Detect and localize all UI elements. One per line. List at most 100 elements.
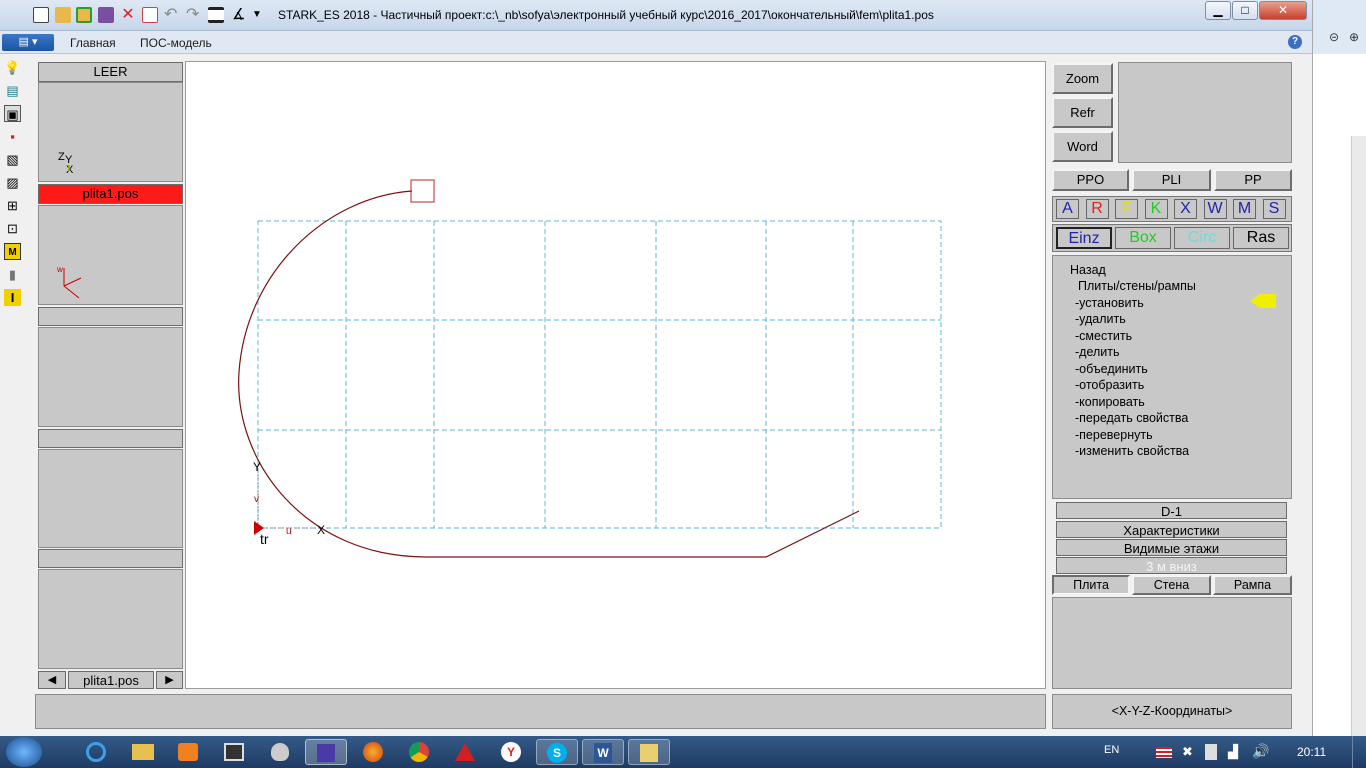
shape-mode-einz[interactable]: Einz xyxy=(1056,227,1112,249)
save-icon[interactable] xyxy=(98,7,114,23)
prev-file-button[interactable]: ◀ xyxy=(38,671,66,689)
menu-item-split[interactable]: -делить xyxy=(1075,345,1120,359)
bg-scrollbar[interactable] xyxy=(1351,136,1366,736)
minimize-button[interactable]: ▁ xyxy=(1205,1,1231,20)
menu-item-flip[interactable]: -перевернуть xyxy=(1075,428,1153,442)
bg-forward-icon[interactable]: ⊕ xyxy=(1349,30,1359,44)
taskbar-chrome-icon[interactable] xyxy=(398,739,440,765)
coordinates-field[interactable]: <X-Y-Z-Координаты> xyxy=(1052,694,1292,729)
layers-icon[interactable] xyxy=(208,7,224,23)
column-icon[interactable]: ▮ xyxy=(4,266,21,283)
customize-dropdown-icon[interactable]: ▼ xyxy=(252,7,268,23)
filter-letter-f[interactable]: F xyxy=(1115,199,1138,219)
filter-letter-m[interactable]: M xyxy=(1233,199,1256,219)
menu-back[interactable]: Назад xyxy=(1070,263,1106,277)
volume-icon[interactable]: 🔊 xyxy=(1252,743,1269,760)
next-file-button[interactable]: ▶ xyxy=(156,671,183,689)
filter-letter-s[interactable]: S xyxy=(1262,199,1286,219)
menu-item-copy[interactable]: -копировать xyxy=(1075,395,1145,409)
taskbar-firefox-icon[interactable] xyxy=(352,739,394,765)
taskbar-yandex-icon[interactable]: Y xyxy=(490,739,532,765)
new-file-icon[interactable] xyxy=(33,7,49,23)
open-recent-icon[interactable] xyxy=(76,7,92,23)
taskbar-app-icon[interactable] xyxy=(628,739,670,765)
characteristics-button[interactable]: Характеристики xyxy=(1056,521,1287,538)
tab-ramp[interactable]: Рампа xyxy=(1213,575,1292,595)
close-file-icon[interactable] xyxy=(142,7,158,23)
tab-slab[interactable]: Плита xyxy=(1052,575,1130,595)
tray-usb-icon[interactable] xyxy=(1205,744,1217,760)
empty-slot-header-3[interactable] xyxy=(38,549,183,568)
taskbar-stark-icon[interactable] xyxy=(305,739,347,765)
bg-back-icon[interactable]: ⊝ xyxy=(1329,30,1339,44)
filter-letter-k[interactable]: K xyxy=(1144,199,1168,219)
down-3m-button[interactable]: 3 м вниз xyxy=(1056,557,1287,574)
cube-3d-icon[interactable]: ▨ xyxy=(4,174,21,191)
taskbar-media-icon[interactable] xyxy=(167,739,209,765)
canvas-label-u: u xyxy=(286,526,292,537)
menu-item-install[interactable]: -установить xyxy=(1075,296,1144,310)
taskbar-word-icon[interactable]: W xyxy=(582,739,624,765)
taskbar-skype-icon[interactable]: S xyxy=(536,739,578,765)
zoom-button[interactable]: Zoom xyxy=(1052,63,1113,94)
close-button[interactable]: ✕ xyxy=(1259,1,1307,20)
menu-item-mirror[interactable]: -отобразить xyxy=(1075,378,1144,392)
drawing-canvas[interactable]: Y X v u tr xyxy=(185,61,1046,689)
mode-pli[interactable]: PLI xyxy=(1132,169,1211,191)
help-icon[interactable]: ? xyxy=(1288,35,1302,49)
taskbar-ie-icon[interactable] xyxy=(75,739,117,765)
language-indicator[interactable]: EN xyxy=(1104,744,1119,756)
filter-letter-x[interactable]: X xyxy=(1174,199,1197,219)
lightbulb-icon[interactable]: 💡 xyxy=(4,59,21,76)
shape-mode-ras[interactable]: Ras xyxy=(1233,227,1289,249)
filter-letter-a[interactable]: A xyxy=(1056,199,1079,219)
delete-icon[interactable]: ✕ xyxy=(120,7,136,23)
refresh-button[interactable]: Refr xyxy=(1052,97,1113,128)
grid-frame-icon[interactable]: ⊡ xyxy=(4,220,21,237)
taskbar-video-icon[interactable] xyxy=(213,739,255,765)
active-file-tab[interactable]: plita1.pos xyxy=(38,184,183,204)
taskbar-alien-icon[interactable] xyxy=(259,739,301,765)
level-selector[interactable]: D-1 xyxy=(1056,502,1287,519)
mode-ppo[interactable]: PPO xyxy=(1052,169,1129,191)
cube-icon[interactable]: ▧ xyxy=(4,151,21,168)
m-tool-icon[interactable]: M xyxy=(4,243,21,260)
flag-icon[interactable] xyxy=(1156,747,1172,758)
redo-icon[interactable]: ↷ xyxy=(186,7,202,23)
tab-wall[interactable]: Стена xyxy=(1132,575,1211,595)
clock[interactable]: 20:11 xyxy=(1297,745,1326,759)
open-folder-icon[interactable] xyxy=(55,7,71,23)
leer-header[interactable]: LEER xyxy=(38,62,183,82)
undo-icon[interactable]: ↶ xyxy=(164,7,180,23)
delete-element-icon[interactable]: ▪ xyxy=(4,128,21,145)
menu-item-transfer-props[interactable]: -передать свойства xyxy=(1075,411,1188,425)
grid-icon[interactable]: ⊞ xyxy=(4,197,21,214)
menu-item-move[interactable]: -сместить xyxy=(1075,329,1132,343)
app-menu-button[interactable]: ▤ ▾ xyxy=(2,34,54,51)
taskbar-acrobat-icon[interactable] xyxy=(444,739,486,765)
menu-item-delete[interactable]: -удалить xyxy=(1075,312,1126,326)
empty-slot-header-1[interactable] xyxy=(38,307,183,326)
database-icon[interactable]: ▤ xyxy=(4,82,21,99)
shape-mode-box[interactable]: Box xyxy=(1115,227,1171,249)
mode-pp[interactable]: PP xyxy=(1214,169,1292,191)
menu-item-merge[interactable]: -объединить xyxy=(1075,362,1148,376)
tray-close-icon[interactable]: ✖ xyxy=(1182,744,1193,760)
maximize-button[interactable]: □ xyxy=(1232,1,1258,20)
start-button[interactable] xyxy=(6,737,42,767)
visible-floors-button[interactable]: Видимые этажи xyxy=(1056,539,1287,556)
menu-item-edit-props[interactable]: -изменить свойства xyxy=(1075,444,1189,458)
angle-icon[interactable]: ∡ xyxy=(232,7,248,23)
3d-box-icon[interactable]: ▣ xyxy=(4,105,21,122)
tab-pos-model[interactable]: ПОС-модель xyxy=(140,36,212,50)
shape-mode-circ[interactable]: Circ xyxy=(1174,227,1230,249)
empty-slot-header-2[interactable] xyxy=(38,429,183,448)
tab-home[interactable]: Главная xyxy=(70,36,116,50)
network-icon[interactable]: ▟ xyxy=(1228,744,1238,760)
filter-letter-r[interactable]: R xyxy=(1085,199,1109,219)
filter-letter-w[interactable]: W xyxy=(1203,199,1227,219)
taskbar-explorer-icon[interactable] xyxy=(122,739,164,765)
show-desktop-button[interactable] xyxy=(1352,736,1366,768)
word-button[interactable]: Word xyxy=(1052,131,1113,162)
beam-icon[interactable]: I xyxy=(4,289,21,306)
